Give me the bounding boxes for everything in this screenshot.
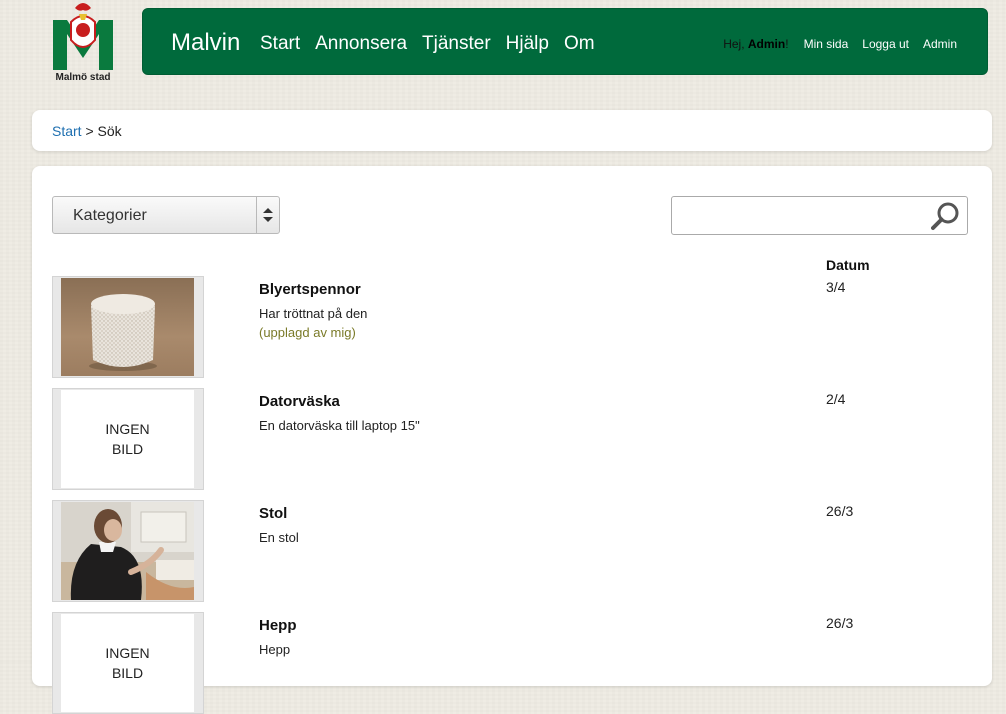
no-image-text: INGEN BILD <box>105 421 150 457</box>
no-image-placeholder: INGEN BILD <box>61 390 194 488</box>
item-description: Har tröttnat på den <box>259 306 368 321</box>
item-thumbnail[interactable]: INGEN BILD <box>52 612 204 714</box>
category-select[interactable]: Kategorier <box>52 196 280 234</box>
greeting: Hej, Admin! <box>723 37 788 51</box>
greeting-suffix: ! <box>785 37 789 51</box>
magnifier-icon[interactable] <box>931 201 961 231</box>
item-date: 26/3 <box>826 615 854 631</box>
malmo-stad-logo[interactable]: Malmö stad <box>48 0 118 86</box>
item-title[interactable]: Hepp <box>259 617 297 634</box>
logga-ut-link[interactable]: Logga ut <box>862 37 909 51</box>
list-item[interactable]: INGEN BILD Datorväska En datorväska till… <box>52 388 952 490</box>
admin-link[interactable]: Admin <box>923 37 957 51</box>
category-select-label: Kategorier <box>73 207 147 224</box>
no-image-text: INGEN BILD <box>105 645 150 681</box>
search-results-panel: Kategorier Datum Blyertspennor Har trött… <box>32 166 992 714</box>
list-item[interactable]: Blyertspennor Har tröttnat på den (uppla… <box>52 276 952 378</box>
nav-annonsera[interactable]: Annonsera <box>315 33 407 55</box>
nav-tjanster[interactable]: Tjänster <box>422 33 491 55</box>
item-thumbnail[interactable]: INGEN BILD <box>52 388 204 490</box>
nav-start[interactable]: Start <box>260 33 300 55</box>
breadcrumb-separator: > <box>81 123 98 139</box>
item-title[interactable]: Stol <box>259 505 287 522</box>
item-description: Hepp <box>259 642 291 657</box>
top-navigation-bar: Malvin Start Annonsera Tjänster Hjälp Om… <box>142 8 988 75</box>
nav-hjalp[interactable]: Hjälp <box>506 33 549 55</box>
list-item[interactable]: Stol En stol 26/3 <box>52 500 952 602</box>
brand-title[interactable]: Malvin <box>171 29 240 57</box>
min-sida-link[interactable]: Min sida <box>804 37 849 51</box>
item-description: En stol <box>259 530 299 545</box>
item-date: 2/4 <box>826 391 846 407</box>
list-item[interactable]: INGEN BILD Hepp Hepp 26/3 <box>52 612 952 714</box>
main-nav: Start Annonsera Tjänster Hjälp Om <box>260 33 610 55</box>
item-title[interactable]: Datorväska <box>259 393 340 410</box>
updown-arrows-icon <box>256 197 279 233</box>
item-description: En datorväska till laptop 15" <box>259 418 420 433</box>
user-name: Admin <box>747 37 786 51</box>
breadcrumb-start-link[interactable]: Start <box>52 123 82 139</box>
nav-om[interactable]: Om <box>564 33 595 55</box>
coconut-cake-photo <box>61 278 194 376</box>
item-thumbnail[interactable] <box>52 276 204 378</box>
no-image-placeholder: INGEN BILD <box>61 614 194 712</box>
user-area: Hej, Admin! Min sida Logga ut Admin <box>723 37 957 51</box>
breadcrumb-current: Sök <box>97 123 122 139</box>
logo-text: Malmö stad <box>55 72 111 83</box>
item-owner-note: (upplagd av mig) <box>259 325 356 340</box>
item-date: 26/3 <box>826 503 854 519</box>
search-input[interactable] <box>671 196 968 235</box>
date-column-header: Datum <box>826 257 870 273</box>
breadcrumb: Start > Sök <box>52 123 122 139</box>
item-title[interactable]: Blyertspennor <box>259 281 361 298</box>
person-on-chair-photo <box>61 502 194 600</box>
coat-of-arms-icon <box>53 3 113 70</box>
breadcrumb-bar: Start > Sök <box>32 110 992 151</box>
item-date: 3/4 <box>826 279 846 295</box>
greeting-prefix: Hej, <box>723 37 748 51</box>
item-thumbnail[interactable] <box>52 500 204 602</box>
